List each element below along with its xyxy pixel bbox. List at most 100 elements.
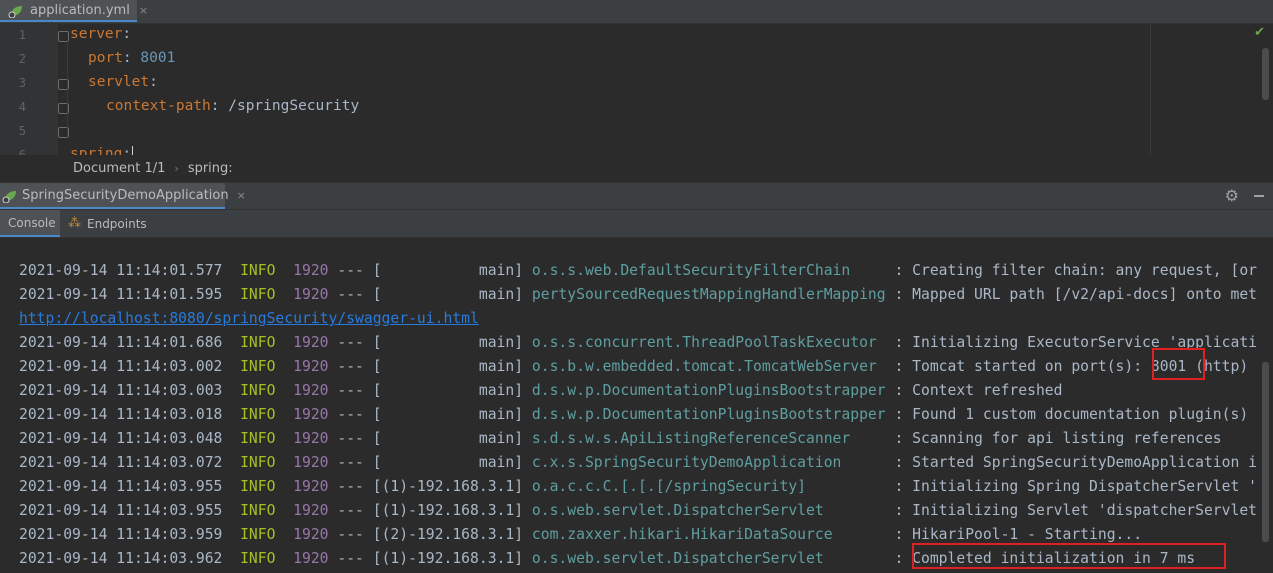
log-pid: 1920 — [293, 334, 329, 351]
log-message: : HikariPool-1 - Starting... — [885, 526, 1143, 543]
log-pid: 1920 — [293, 406, 329, 423]
log-message: : Started SpringSecurityDemoApplication … — [885, 454, 1258, 471]
console-link-line[interactable]: http://localhost:8080/springSecurity/swa… — [19, 307, 479, 331]
console-log-line: 2021-09-14 11:14:03.072 INFO 1920 --- [ … — [19, 451, 1257, 475]
log-thread: main] — [381, 406, 524, 423]
log-separator: --- [ — [328, 406, 382, 423]
log-thread: (2)-192.168.3.1] — [381, 526, 524, 543]
log-timestamp: 2021-09-14 11:14:01.595 — [19, 286, 223, 303]
highlight-box-port — [1152, 348, 1205, 380]
log-level: INFO — [240, 406, 276, 423]
log-pid: 1920 — [293, 358, 329, 375]
log-logger-name: pertySourcedRequestMappingHandlerMapping — [531, 286, 886, 303]
line-number: 1 — [18, 28, 26, 42]
run-tab[interactable]: SpringSecurityDemoApplication × — [0, 183, 246, 209]
log-thread: main] — [381, 334, 524, 351]
console-log-line: 2021-09-14 11:14:03.048 INFO 1920 --- [ … — [19, 427, 1222, 451]
log-thread: (1)-192.168.3.1] — [381, 502, 524, 519]
line-number: 3 — [18, 76, 26, 90]
tab-console-label: Console — [8, 215, 56, 230]
log-timestamp: 2021-09-14 11:14:03.072 — [19, 454, 223, 471]
console-log-line: 2021-09-14 11:14:03.955 INFO 1920 --- [(… — [19, 475, 1257, 499]
right-margin-guide — [1150, 24, 1151, 155]
log-message: : Mapped URL path [/v2/api-docs] onto me… — [885, 286, 1258, 303]
log-thread: main] — [381, 382, 524, 399]
tab-console[interactable]: Console — [0, 210, 60, 237]
gear-icon[interactable]: ⚙ — [1225, 186, 1239, 205]
console-log-line: 2021-09-14 11:14:03.002 INFO 1920 --- [ … — [19, 355, 1248, 379]
log-logger-name: o.s.s.web.DefaultSecurityFilterChain — [531, 262, 886, 279]
tab-label: application.yml — [30, 2, 130, 18]
code-line: context-path: /springSecurity — [106, 98, 360, 114]
run-tab-label: SpringSecurityDemoApplication — [22, 187, 229, 203]
log-thread: (1)-192.168.3.1] — [381, 478, 524, 495]
console-scrollbar[interactable] — [1262, 362, 1269, 542]
log-logger-name: com.zaxxer.hikari.HikariDataSource — [531, 526, 886, 543]
log-thread: main] — [381, 358, 524, 375]
inspection-ok-icon[interactable]: ✔ — [1254, 25, 1265, 40]
close-icon[interactable]: × — [139, 4, 148, 17]
log-timestamp: 2021-09-14 11:14:01.686 — [19, 334, 223, 351]
close-icon[interactable]: × — [237, 189, 246, 202]
run-tool-window-header: SpringSecurityDemoApplication × ⚙ — [0, 183, 1273, 210]
log-pid: 1920 — [293, 526, 329, 543]
console-log-line: 2021-09-14 11:14:01.686 INFO 1920 --- [ … — [19, 331, 1257, 355]
tab-endpoints-label: Endpoints — [87, 216, 147, 231]
code-editor[interactable]: 1 2 3 4 5 6 server: port: 8001 servlet: … — [0, 24, 1273, 155]
editor-scrollbar[interactable] — [1262, 48, 1269, 100]
console-output[interactable]: 2021-09-14 11:14:01.577 INFO 1920 --- [ … — [0, 238, 1273, 573]
breadcrumb-document[interactable]: Document 1/1 — [73, 161, 165, 176]
console-log-line: 2021-09-14 11:14:03.955 INFO 1920 --- [(… — [19, 499, 1257, 523]
log-level: INFO — [240, 382, 276, 399]
log-pid: 1920 — [293, 478, 329, 495]
log-message: : Creating filter chain: any request, [o… — [885, 262, 1258, 279]
log-logger-name: o.a.c.c.C.[.[.[/springSecurity] — [531, 478, 886, 495]
code-line: server: — [70, 26, 132, 42]
log-pid: 1920 — [293, 382, 329, 399]
log-pid: 1920 — [293, 430, 329, 447]
log-logger-name: o.s.web.servlet.DispatcherServlet — [531, 550, 886, 567]
line-number: 4 — [18, 100, 26, 114]
line-number: 6 — [18, 148, 26, 155]
log-timestamp: 2021-09-14 11:14:03.959 — [19, 526, 223, 543]
log-separator: --- [ — [328, 358, 382, 375]
tab-application-yml[interactable]: application.yml × — [0, 0, 148, 22]
spring-leaf-icon — [8, 3, 24, 19]
breadcrumb-node[interactable]: spring: — [188, 161, 233, 176]
log-separator: --- [ — [328, 502, 382, 519]
log-separator: --- [ — [328, 382, 382, 399]
log-logger-name: o.s.web.servlet.DispatcherServlet — [531, 502, 886, 519]
spring-run-icon — [2, 188, 18, 204]
highlight-box-completed — [912, 543, 1226, 569]
log-timestamp: 2021-09-14 11:14:03.955 — [19, 502, 223, 519]
log-logger-name: c.x.s.SpringSecurityDemoApplication — [531, 454, 886, 471]
log-timestamp: 2021-09-14 11:14:03.003 — [19, 382, 223, 399]
log-level: INFO — [240, 286, 276, 303]
endpoints-icon: ⁂ — [68, 216, 81, 231]
log-message: : Initializing Servlet 'dispatcherServle… — [885, 502, 1258, 519]
log-logger-name: o.s.b.w.embedded.tomcat.TomcatWebServer — [531, 358, 886, 375]
code-line: servlet: — [88, 74, 158, 90]
log-level: INFO — [240, 526, 276, 543]
log-timestamp: 2021-09-14 11:14:03.962 — [19, 550, 223, 567]
log-separator: --- [ — [328, 262, 382, 279]
swagger-ui-link[interactable]: http://localhost:8080/springSecurity/swa… — [19, 310, 479, 327]
tab-endpoints[interactable]: ⁂ Endpoints — [68, 210, 147, 237]
console-log-line: 2021-09-14 11:14:01.577 INFO 1920 --- [ … — [19, 259, 1257, 283]
log-level: INFO — [240, 262, 276, 279]
minimize-icon[interactable] — [1254, 195, 1264, 197]
console-log-line: 2021-09-14 11:14:03.018 INFO 1920 --- [ … — [19, 403, 1248, 427]
log-level: INFO — [240, 454, 276, 471]
log-separator: --- [ — [328, 454, 382, 471]
log-separator: --- [ — [328, 478, 382, 495]
log-separator: --- [ — [328, 334, 382, 351]
log-level: INFO — [240, 430, 276, 447]
line-number: 5 — [18, 124, 26, 138]
log-logger-name: s.d.s.w.s.ApiListingReferenceScanner — [531, 430, 886, 447]
log-level: INFO — [240, 502, 276, 519]
editor-tab-bar: application.yml × — [0, 0, 1273, 24]
run-sub-tabs: Console ⁂ Endpoints — [0, 210, 1273, 238]
log-separator: --- [ — [328, 430, 382, 447]
line-number-gutter: 1 2 3 4 5 6 — [0, 24, 58, 155]
code-line: port: 8001 — [88, 50, 176, 66]
